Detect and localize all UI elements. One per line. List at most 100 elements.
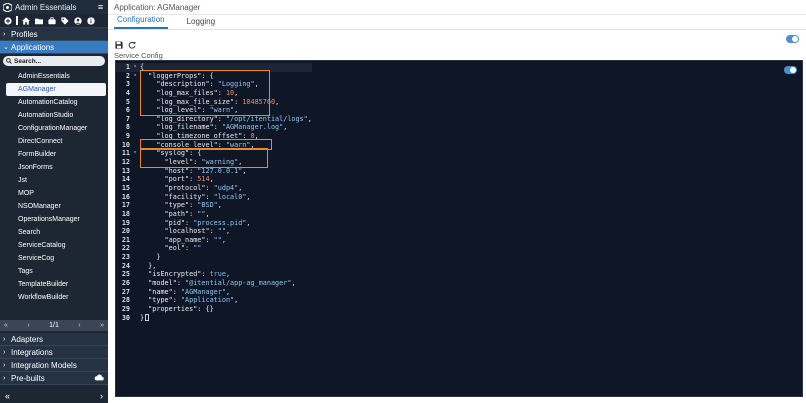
sidebar-section-profiles[interactable]: › Profiles — [0, 28, 108, 41]
sidebar-section-adapters[interactable]: › Adapters — [0, 333, 108, 346]
code-token: "facility" — [140, 192, 206, 201]
pager-prev-button[interactable]: ‹ — [27, 322, 29, 329]
line-number: 6 — [125, 106, 130, 115]
add-icon[interactable] — [3, 16, 13, 26]
line-number: 19 — [121, 218, 130, 227]
code-token: "/opt/itential/logs" — [225, 114, 308, 123]
code-text: "pid": "process.pid", — [138, 219, 251, 228]
sidebar-app-tags[interactable]: Tags — [0, 265, 108, 278]
sidebar-app-configurationmanager[interactable]: ConfigurationManager — [0, 122, 108, 135]
chevron-right-icon: › — [3, 30, 6, 38]
sidebar-app-servicecatalog[interactable]: ServiceCatalog — [0, 239, 108, 252]
line-number: 21 — [121, 235, 130, 244]
folder-icon[interactable] — [34, 16, 44, 26]
code-text: } — [138, 253, 160, 262]
code-text: "type": "BSD", — [138, 201, 222, 210]
collapse-sidebar-button[interactable]: « — [5, 391, 10, 401]
sidebar-section-applications[interactable]: ⌄ Applications — [0, 41, 108, 54]
code-token: "BSD" — [197, 201, 218, 210]
code-token: , — [275, 97, 280, 106]
pager-first-button[interactable]: « — [4, 322, 8, 329]
briefcase-icon[interactable] — [47, 16, 57, 26]
code-line: 7 "log_directory": "/opt/itential/logs", — [116, 115, 312, 124]
pager-next-button[interactable]: › — [78, 322, 80, 329]
code-token: "" — [213, 235, 222, 244]
line-number: 18 — [121, 209, 130, 218]
cloud-icon[interactable] — [94, 373, 104, 383]
code-token: "model" — [140, 279, 177, 288]
code-line: 29 "properties": {} — [116, 305, 312, 314]
expand-sidebar-button[interactable]: › — [100, 391, 103, 401]
search-input[interactable] — [14, 57, 94, 65]
line-number: 9 — [125, 132, 130, 141]
sidebar-section-integrations[interactable]: › Integrations — [0, 346, 108, 359]
sidebar-app-servicecog[interactable]: ServiceCog — [0, 252, 108, 265]
editor-toggle[interactable] — [784, 66, 797, 74]
refresh-icon[interactable] — [128, 36, 136, 49]
sidebar-app-adminessentials[interactable]: AdminEssentials — [0, 70, 108, 83]
tab-bar: Configuration Logging — [108, 15, 806, 30]
code-token: : — [205, 183, 214, 192]
sidebar-app-jst[interactable]: Jst — [0, 174, 108, 187]
code-token: "type" — [140, 296, 173, 305]
code-line: 28 "type": "Application", — [116, 296, 312, 305]
divider-bar — [16, 16, 18, 25]
sidebar-app-jsonforms[interactable]: JsonForms — [0, 161, 108, 174]
tag-icon[interactable] — [60, 16, 70, 26]
sidebar-app-workflowbuilder[interactable]: WorkflowBuilder — [0, 291, 108, 304]
sidebar-section-pre-builts[interactable]: › Pre-builts — [0, 372, 108, 385]
code-token: "AGManager.log" — [221, 123, 284, 132]
code-token: "isEncrypted" — [140, 270, 202, 279]
code-line: 22 "eol": "" — [116, 244, 312, 253]
code-token: : — [176, 279, 186, 288]
pager-last-button[interactable]: » — [100, 322, 104, 329]
sidebar-app-search[interactable]: Search — [0, 226, 108, 239]
code-text: "properties": {} — [138, 305, 214, 314]
chevron-right-icon: › — [3, 361, 6, 369]
code-token: 514 — [197, 175, 210, 184]
code-token: , — [205, 209, 210, 218]
line-number: 13 — [121, 166, 130, 175]
hamburger-icon[interactable]: ≡ — [96, 2, 105, 12]
sidebar-app-mop[interactable]: MOP — [0, 187, 108, 200]
sidebar-app-templatebuilder[interactable]: TemplateBuilder — [0, 278, 108, 291]
line-number: 23 — [121, 253, 130, 262]
line-number: 16 — [121, 192, 130, 201]
tab-logging[interactable]: Logging — [184, 17, 218, 29]
code-token: "name" — [140, 287, 173, 296]
save-icon[interactable] — [115, 36, 123, 49]
code-token: , — [283, 123, 288, 132]
sidebar-footer: « › — [0, 389, 108, 403]
code-text: "type": "Application", — [138, 296, 238, 305]
sidebar-app-nsomanager[interactable]: NSOManager — [0, 200, 108, 213]
info-icon[interactable] — [86, 16, 96, 26]
code-text: "model": "@itential/app-ag_manager", — [138, 279, 295, 288]
sidebar-app-operationsmanager[interactable]: OperationsManager — [0, 213, 108, 226]
service-config-toggle[interactable] — [786, 35, 799, 43]
code-token: , — [234, 296, 239, 305]
tab-configuration[interactable]: Configuration — [114, 15, 168, 29]
code-token: "app_name" — [140, 235, 206, 244]
line-number: 25 — [121, 270, 130, 279]
code-token: "Application" — [180, 296, 235, 305]
sidebar-app-agmanager[interactable]: AGManager — [6, 83, 106, 96]
sidebar-app-automationcatalog[interactable]: AutomationCatalog — [0, 96, 108, 109]
section-label: Adapters — [11, 334, 44, 344]
code-text: "app_name": "", — [138, 236, 226, 245]
sidebar-app-directconnect[interactable]: DirectConnect — [0, 135, 108, 148]
code-line: 30} — [116, 314, 312, 323]
sidebar-section-integration-models[interactable]: › Integration Models — [0, 359, 108, 372]
json-editor[interactable]: 1 ▾{2 ▾ "loggerProps": {3 "description": "… — [115, 60, 803, 397]
code-token: : — [209, 227, 218, 236]
sidebar-app-automationstudio[interactable]: AutomationStudio — [0, 109, 108, 122]
code-token: "log_directory" — [140, 114, 218, 123]
code-token: , — [217, 201, 222, 210]
code-token: , — [209, 175, 214, 184]
code-token: : — [172, 287, 181, 296]
home-icon[interactable] — [21, 16, 31, 26]
user-icon[interactable] — [73, 16, 83, 26]
sidebar-app-formbuilder[interactable]: FormBuilder — [0, 148, 108, 161]
code-token: , — [238, 183, 243, 192]
code-line: 24 }, — [116, 262, 312, 271]
highlight-box — [140, 148, 268, 168]
